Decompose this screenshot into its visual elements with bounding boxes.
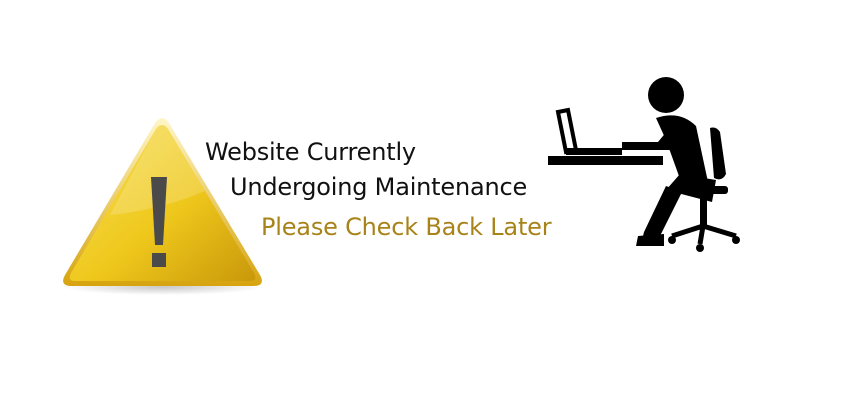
- person-at-laptop-icon: [548, 77, 740, 252]
- subheading-check-back-later: Please Check Back Later: [261, 213, 552, 241]
- figure-foot: [636, 234, 664, 246]
- desk-top: [548, 156, 663, 165]
- laptop-icon: [555, 107, 622, 155]
- heading-line-undergoing-maintenance: Undergoing Maintenance: [230, 173, 528, 201]
- figure-head: [648, 77, 684, 113]
- figure-shin: [642, 186, 682, 240]
- figure-arm: [622, 130, 680, 150]
- maintenance-page: Website Currently Undergoing Maintenance…: [0, 0, 850, 400]
- heading-line-website-currently: Website Currently: [205, 138, 416, 166]
